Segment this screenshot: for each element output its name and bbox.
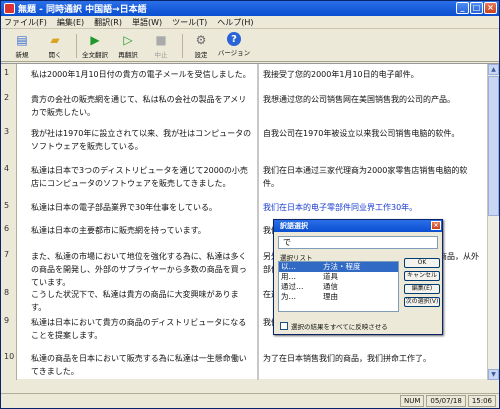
edit-button[interactable]: 編集(E): [404, 284, 440, 294]
line-gutter: [1, 64, 17, 380]
source-text[interactable]: 私達は日本で3つのディストリビュータを通じて2000の小売店にコンピュータのソフ…: [31, 164, 253, 190]
menu-help[interactable]: ヘルプ(H): [217, 17, 253, 28]
new-doc-icon: ▤: [16, 33, 28, 47]
toolbar-separator: [76, 34, 77, 58]
menu-file[interactable]: ファイル(F): [4, 17, 47, 28]
new-button[interactable]: ▤ 新規: [7, 30, 37, 61]
scroll-down-icon[interactable]: ▼: [488, 369, 499, 380]
scroll-up-icon[interactable]: ▲: [488, 64, 499, 75]
choice-list[interactable]: 以… 方法・程度 用… 道具 通过… 通信 为… 理由: [278, 261, 399, 312]
target-text[interactable]: 自我公司在1970年被设立以来我公司销售电脑的软件。: [263, 127, 483, 140]
source-text[interactable]: また、私達の市場において地位を強化する為に、私達は多くの商品を開発し、外部のサプ…: [31, 250, 253, 289]
help-version-icon: ?: [227, 32, 241, 46]
next-choice-button[interactable]: 次の選択(V): [404, 297, 440, 307]
settings-button[interactable]: ⚙ 設定: [186, 30, 216, 61]
target-text[interactable]: 我们在日本的电子零部件同业界工作30年。: [263, 201, 483, 214]
list-item[interactable]: 以… 方法・程度: [279, 262, 398, 272]
source-word-field[interactable]: で: [278, 236, 438, 249]
menu-word[interactable]: 単語(W): [132, 17, 162, 28]
highlighted-translation[interactable]: 我们在日本的电子零部件同业界工作30年。: [263, 203, 417, 212]
target-text[interactable]: 我想通过您的公司销售网在美国销售我的公司的产品。: [263, 93, 483, 106]
ok-button[interactable]: OK: [404, 258, 440, 268]
source-text[interactable]: 私達の商品を日本において販売する為に私達は一生懸命働いてきました。: [31, 352, 253, 378]
source-text[interactable]: 我が社は1970年に設立されて以来、我が社はコンピュータのソフトウェアを販売して…: [31, 127, 253, 153]
apply-all-checkbox[interactable]: 選択の結果をすべてに反映させる: [280, 321, 388, 331]
cancel-button[interactable]: キャンセル: [404, 271, 440, 281]
target-text[interactable]: 为了在日本销售我们的商品，我们拼命工作了。: [263, 352, 483, 365]
menu-bar: ファイル(F) 編集(E) 翻訳(R) 単語(W) ツール(T) ヘルプ(H): [1, 16, 499, 29]
source-text[interactable]: 私は2000年1月10日付の貴方の電子メールを受信しました。: [31, 68, 253, 81]
scroll-thumb[interactable]: [488, 76, 499, 216]
source-text[interactable]: 貴方の会社の販売網を通じて、私は私の会社の製品をアメリカで販売したい。: [31, 93, 253, 119]
column-divider[interactable]: [257, 64, 259, 380]
stop-icon: ■: [155, 33, 167, 47]
target-text[interactable]: 我接受了您的2000年1月10日的电子邮件。: [263, 68, 483, 81]
vertical-scrollbar[interactable]: ▲ ▼: [487, 64, 499, 380]
status-time: 15:06: [467, 395, 496, 407]
maximize-button[interactable]: □: [470, 2, 483, 14]
source-text[interactable]: 私達は日本の電子部品業界で30年仕事をしている。: [31, 201, 253, 214]
num-lock-indicator: NUM: [399, 395, 425, 407]
source-text[interactable]: こうした状況下で、私達は貴方の商品に大変興味があります。: [31, 288, 253, 314]
word-choice-dialog: 訳語選択 × で 選択リスト 以… 方法・程度 用… 道具 通过… 通信 为… 理由 O…: [273, 219, 443, 335]
close-button[interactable]: ×: [484, 2, 497, 14]
list-item[interactable]: 通过… 通信: [279, 282, 398, 292]
app-window: 無題 - 同時通訳 中国語→日本語 _ □ × ファイル(F) 編集(E) 翻訳…: [0, 0, 500, 409]
window-title: 無題 - 同時通訳 中国語→日本語: [18, 5, 147, 15]
dialog-title: 訳語選択 ×: [274, 220, 442, 232]
title-bar: 無題 - 同時通訳 中国語→日本語 _ □ ×: [1, 1, 499, 16]
status-date: 05/07/18: [426, 395, 466, 407]
translate-all-button[interactable]: ▶ 全文翻訳: [80, 30, 110, 61]
status-bar: NUM 05/07/18 15:06: [1, 393, 499, 408]
open-button[interactable]: ▰ 開く: [40, 30, 70, 61]
version-button[interactable]: ? バージョン: [218, 30, 250, 61]
dialog-close-icon[interactable]: ×: [431, 221, 441, 230]
toolbar-separator: [182, 34, 183, 58]
open-folder-icon: ▰: [50, 33, 60, 47]
target-text[interactable]: 我们在日本通过三家代理商为2000家零售店销售电脑的软件。: [263, 164, 483, 190]
app-icon: [4, 3, 15, 14]
source-text[interactable]: 私達は日本の主要都市に販売網を持っています。: [31, 224, 253, 237]
source-text[interactable]: 私達は日本において貴方の商品のディストリビュータになることを提案します。: [31, 316, 253, 342]
retranslate-icon: ▷: [123, 33, 133, 47]
translate-all-icon: ▶: [90, 33, 100, 47]
toolbar: ▤ 新規 ▰ 開く ▶ 全文翻訳 ▷ 再翻訳 ■ 中止 ⚙ 設定 ? バージョン: [1, 30, 499, 62]
menu-translate[interactable]: 翻訳(R): [94, 17, 122, 28]
stop-button[interactable]: ■ 中止: [146, 30, 176, 61]
menu-edit[interactable]: 編集(E): [57, 17, 84, 28]
checkbox-icon[interactable]: [280, 322, 288, 330]
minimize-button[interactable]: _: [456, 2, 469, 14]
menu-tools[interactable]: ツール(T): [172, 17, 207, 28]
settings-icon: ⚙: [195, 33, 207, 47]
list-item[interactable]: 用… 道具: [279, 272, 398, 282]
retranslate-button[interactable]: ▷ 再翻訳: [113, 30, 143, 61]
list-item[interactable]: 为… 理由: [279, 292, 398, 302]
